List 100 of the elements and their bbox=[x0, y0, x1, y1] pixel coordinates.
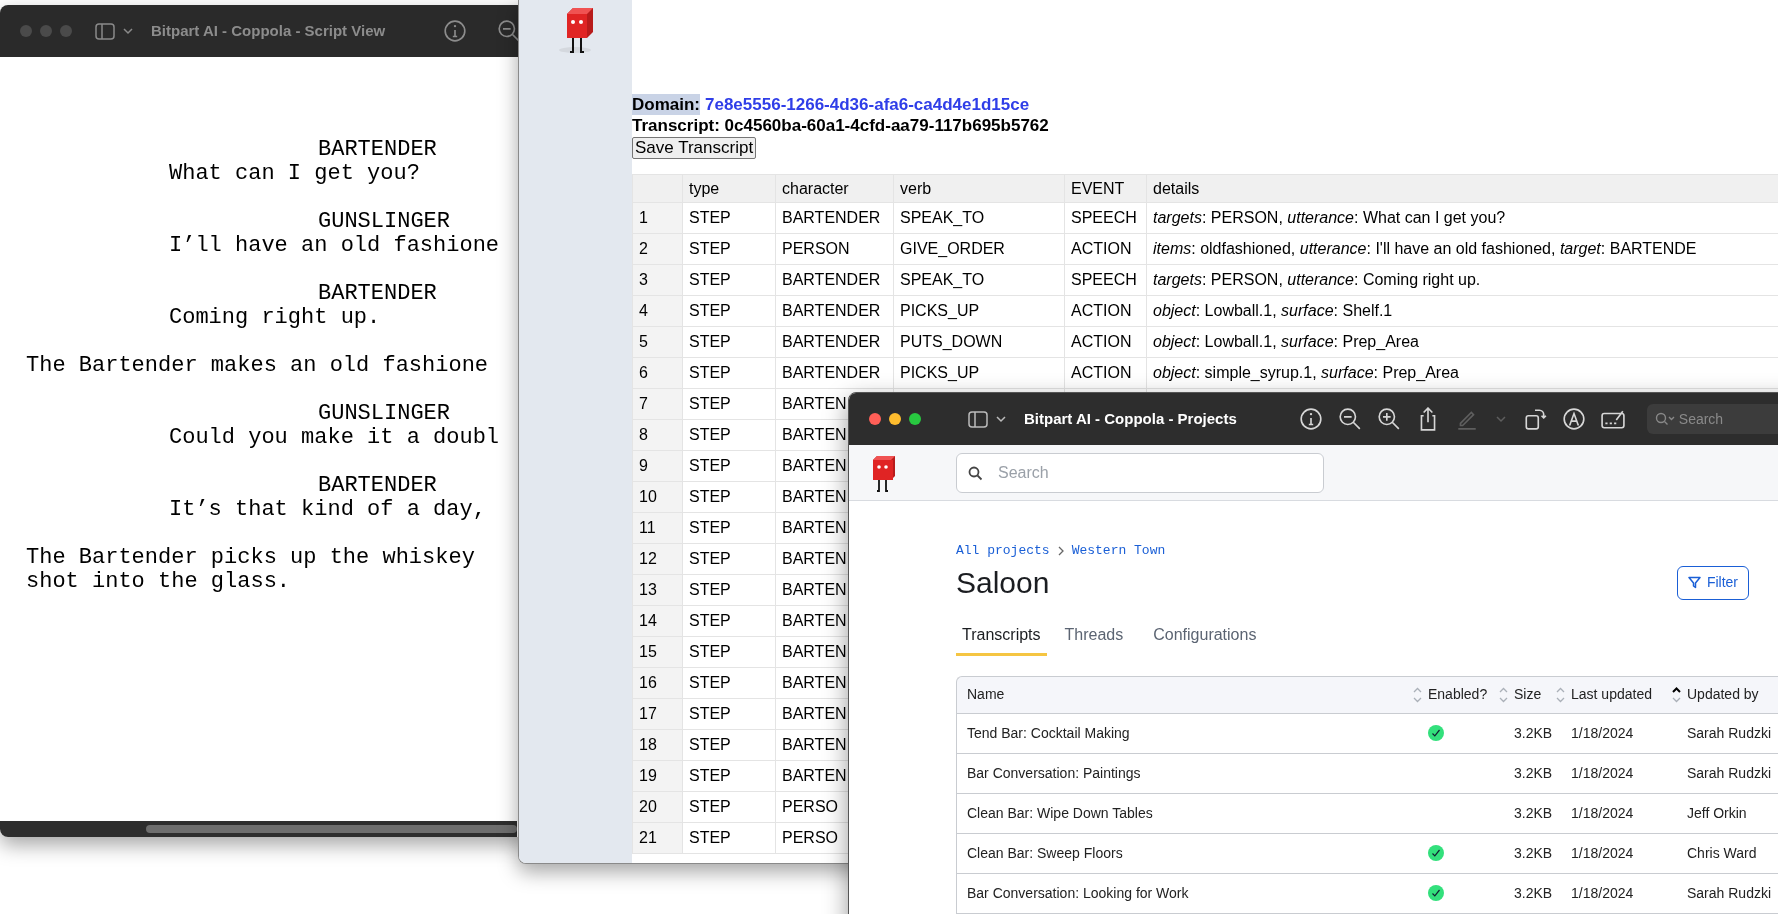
scrollbar[interactable] bbox=[0, 821, 517, 837]
toolbar-search-field[interactable]: Search bbox=[1646, 404, 1778, 434]
table-cell: PICKS_UP bbox=[893, 295, 1065, 327]
column-header: verb bbox=[893, 174, 1065, 203]
table-cell: 3.2KB bbox=[1514, 884, 1553, 901]
table-cell: STEP bbox=[682, 791, 776, 823]
table-cell: STEP bbox=[682, 202, 776, 234]
row-number: 11 bbox=[632, 512, 683, 544]
row-number: 1 bbox=[632, 202, 683, 234]
table-cell: Jeff Orkin bbox=[1687, 804, 1747, 821]
table-cell: BARTENDER bbox=[775, 202, 894, 234]
dialogue-line: Could you make it a doubl bbox=[169, 425, 500, 450]
window-title: Bitpart AI - Coppola - Script View bbox=[151, 20, 386, 41]
column-header: EVENT bbox=[1064, 174, 1147, 203]
table-cell: Sarah Rudzki bbox=[1687, 884, 1772, 901]
table-cell: STEP bbox=[682, 574, 776, 606]
row-number: 10 bbox=[632, 481, 683, 513]
table-cell: STEP bbox=[682, 326, 776, 358]
column-header: character bbox=[775, 174, 894, 203]
transcript-name[interactable]: Bar Conversation: Paintings bbox=[967, 764, 1141, 781]
table-cell: STEP bbox=[682, 233, 776, 265]
row-number: 8 bbox=[632, 419, 683, 451]
transcript-name[interactable]: Clean Bar: Wipe Down Tables bbox=[967, 804, 1153, 821]
dialogue-line: Coming right up. bbox=[169, 305, 381, 330]
action-text: The Bartender makes an old fashione bbox=[26, 353, 489, 378]
search-icon bbox=[968, 465, 983, 481]
table-cell: ACTION bbox=[1064, 357, 1147, 389]
table-cell: STEP bbox=[682, 822, 776, 854]
zoom-out-icon[interactable] bbox=[1337, 407, 1362, 431]
row-number: 6 bbox=[632, 357, 683, 389]
info-icon[interactable] bbox=[1298, 407, 1323, 431]
dialogue-line: I’ll have an old fashione bbox=[169, 233, 500, 258]
table-cell: STEP bbox=[682, 605, 776, 637]
row-number: 4 bbox=[632, 295, 683, 327]
character-name: BARTENDER bbox=[318, 473, 437, 498]
breadcrumb-link[interactable]: Western Town bbox=[1071, 541, 1166, 561]
row-number: 20 bbox=[632, 791, 683, 823]
table-cell: 1/18/2024 bbox=[1571, 884, 1634, 901]
dialogue-line: It’s that kind of a day, bbox=[169, 497, 486, 522]
table-cell: STEP bbox=[682, 636, 776, 668]
table-cell: STEP bbox=[682, 481, 776, 513]
table-cell: 1/18/2024 bbox=[1571, 724, 1634, 741]
row-number: 16 bbox=[632, 667, 683, 699]
table-cell: STEP bbox=[682, 357, 776, 389]
rotate-icon[interactable] bbox=[1522, 407, 1547, 431]
filter-button[interactable]: Filter bbox=[1676, 565, 1749, 600]
sort-icon[interactable] bbox=[1672, 686, 1681, 703]
table-cell: 3.2KB bbox=[1514, 764, 1553, 781]
transcript-name[interactable]: Tend Bar: Cocktail Making bbox=[967, 724, 1130, 741]
save-transcript-button[interactable]: Save Transcript bbox=[632, 137, 757, 159]
minimize-button[interactable] bbox=[889, 413, 901, 425]
info-icon[interactable] bbox=[443, 19, 468, 43]
table-cell: ACTION bbox=[1064, 295, 1147, 327]
table-cell: BARTENDER bbox=[775, 357, 894, 389]
transcript-name[interactable]: Clean Bar: Sweep Floors bbox=[967, 844, 1123, 861]
chevron-down-icon[interactable] bbox=[996, 415, 1006, 423]
row-number: 19 bbox=[632, 760, 683, 792]
table-cell: Sarah Rudzki bbox=[1687, 724, 1772, 741]
table-cell: 1/18/2024 bbox=[1571, 804, 1634, 821]
breadcrumb-link[interactable]: All projects bbox=[956, 541, 1050, 561]
domain-link[interactable]: 7e8e5556-1266-4d36-afa6-ca4d4e1d15ce bbox=[705, 94, 1030, 115]
tab[interactable]: Configurations bbox=[1141, 622, 1269, 656]
column-header: Size bbox=[1514, 685, 1542, 704]
domain-label: Domain: bbox=[632, 94, 700, 115]
markup-icon[interactable] bbox=[1561, 407, 1586, 431]
table-cell: 1/18/2024 bbox=[1571, 764, 1634, 781]
search-field[interactable]: Search bbox=[956, 452, 1324, 493]
row-number: 17 bbox=[632, 698, 683, 730]
character-name: GUNSLINGER bbox=[318, 401, 451, 426]
tab[interactable]: Threads bbox=[1052, 622, 1136, 656]
table-cell: 1/18/2024 bbox=[1571, 844, 1634, 861]
table-cell: STEP bbox=[682, 295, 776, 327]
table-cell: STEP bbox=[682, 264, 776, 296]
close-button[interactable] bbox=[869, 413, 881, 425]
zoom-button[interactable] bbox=[909, 413, 921, 425]
column-header: Last updated bbox=[1571, 685, 1652, 704]
table-cell: Sarah Rudzki bbox=[1687, 764, 1772, 781]
table-cell: SPEAK_TO bbox=[893, 264, 1065, 296]
table-cell: BARTENDER bbox=[775, 295, 894, 327]
table-cell: BARTENDER bbox=[775, 326, 894, 358]
chevron-down-icon[interactable] bbox=[123, 27, 133, 35]
table-cell: STEP bbox=[682, 543, 776, 575]
row-number: 2 bbox=[632, 233, 683, 265]
table-cell: ACTION bbox=[1064, 233, 1147, 265]
table-cell: STEP bbox=[682, 667, 776, 699]
table-cell: 3.2KB bbox=[1514, 844, 1553, 861]
row-number: 3 bbox=[632, 264, 683, 296]
search-icon bbox=[1654, 412, 1675, 426]
sidebar-icon[interactable] bbox=[95, 22, 115, 40]
table-cell: PICKS_UP bbox=[893, 357, 1065, 389]
table-cell: SPEAK_TO bbox=[893, 202, 1065, 234]
tab[interactable]: Transcripts bbox=[956, 622, 1047, 656]
transcript-name[interactable]: Bar Conversation: Looking for Work bbox=[967, 884, 1189, 901]
row-number: 12 bbox=[632, 543, 683, 575]
zoom-in-icon[interactable] bbox=[1376, 407, 1401, 431]
column-header: type bbox=[682, 174, 776, 203]
character-name: BARTENDER bbox=[318, 281, 437, 306]
row-number: 21 bbox=[632, 822, 683, 854]
table-cell: PERSON bbox=[775, 233, 894, 265]
sidebar-icon[interactable] bbox=[968, 410, 988, 428]
